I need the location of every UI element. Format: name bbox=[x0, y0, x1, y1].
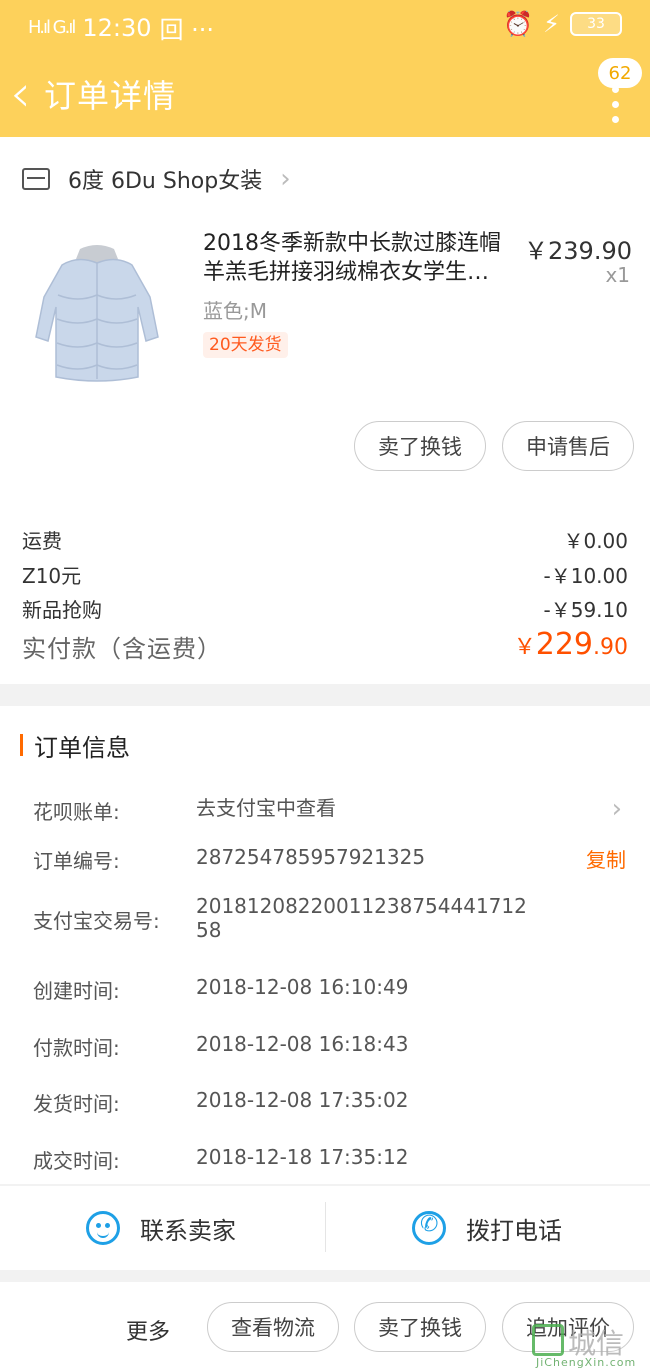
fee-value: -￥59.10 bbox=[543, 598, 628, 622]
call-label: 拨打电话 bbox=[466, 1216, 562, 1245]
section-title: 订单信息 bbox=[34, 734, 130, 762]
shop-row[interactable]: 6度 6Du Shop女装 › bbox=[22, 159, 291, 199]
sell-for-cash-button[interactable]: 卖了换钱 bbox=[354, 1302, 486, 1352]
contact-bar: 联系卖家 拨打电话 bbox=[0, 1186, 650, 1270]
order-info-card: 订单信息 花呗账单: 去支付宝中查看 › 订单编号: 2872547859579… bbox=[0, 706, 650, 1184]
after-sale-button[interactable]: 申请售后 bbox=[502, 421, 634, 471]
product-price: ￥239.90 bbox=[524, 237, 632, 265]
fee-label: 新品抢购 bbox=[22, 598, 102, 622]
phone-icon bbox=[412, 1211, 446, 1245]
fee-label: 运费 bbox=[22, 529, 62, 553]
battery-level: 33 bbox=[587, 16, 605, 32]
paid-label: 实付款（含运费） bbox=[22, 635, 222, 663]
huabei-value[interactable]: 去支付宝中查看 bbox=[196, 796, 536, 820]
contact-seller-label: 联系卖家 bbox=[140, 1216, 236, 1245]
more-menu-icon[interactable] bbox=[612, 86, 620, 132]
header: H.ıl G.ıl 12:30 回 ··· ⏰ ⚡ 33 ‹ 订单详情 62 bbox=[0, 0, 650, 137]
deal-time-value: 2018-12-18 17:35:12 bbox=[196, 1145, 409, 1169]
pay-time-label: 付款时间: bbox=[33, 1036, 120, 1060]
divider bbox=[325, 1202, 326, 1252]
paid-decimal: .90 bbox=[593, 635, 628, 660]
copy-button[interactable]: 复制 bbox=[586, 844, 626, 873]
back-icon[interactable]: ‹ bbox=[10, 64, 31, 124]
paid-amount: ￥229.90 bbox=[514, 627, 628, 662]
order-number-label: 订单编号: bbox=[33, 849, 120, 873]
product-image[interactable] bbox=[22, 237, 172, 387]
nav-bar: ‹ 订单详情 bbox=[0, 60, 650, 132]
site-watermark: 城信 JiChengXin.com bbox=[532, 1322, 642, 1369]
chat-icon bbox=[86, 1211, 120, 1245]
pay-time-value: 2018-12-08 16:18:43 bbox=[196, 1032, 409, 1056]
order-number-value: 287254785957921325 bbox=[196, 845, 426, 869]
page-title: 订单详情 bbox=[44, 77, 177, 115]
chevron-right-icon: › bbox=[280, 164, 291, 194]
view-logistics-button[interactable]: 查看物流 bbox=[207, 1302, 339, 1352]
chevron-right-icon[interactable]: › bbox=[612, 794, 622, 824]
contact-seller-button[interactable]: 联系卖家 bbox=[86, 1206, 236, 1250]
charging-icon: ⚡ bbox=[543, 10, 560, 38]
deal-time-label: 成交时间: bbox=[33, 1149, 120, 1173]
ship-time-label: 发货时间: bbox=[33, 1092, 120, 1116]
shop-icon bbox=[22, 168, 50, 190]
watermark-logo-icon bbox=[532, 1324, 564, 1356]
sell-for-cash-button[interactable]: 卖了换钱 bbox=[354, 421, 486, 471]
alipay-trade-label: 支付宝交易号: bbox=[33, 909, 160, 933]
create-time-label: 创建时间: bbox=[33, 979, 120, 1003]
status-time: 12:30 bbox=[82, 13, 152, 42]
status-bar: H.ıl G.ıl 12:30 回 ··· ⏰ ⚡ 33 bbox=[0, 0, 650, 52]
fee-value: -￥10.00 bbox=[543, 564, 628, 588]
status-right: ⏰ ⚡ 33 bbox=[503, 10, 622, 38]
create-time-value: 2018-12-08 16:10:49 bbox=[196, 975, 409, 999]
alarm-icon: ⏰ bbox=[503, 10, 534, 38]
fee-label: Z10元 bbox=[22, 564, 82, 588]
signal-icon: H.ıl G.ıl bbox=[28, 17, 76, 38]
call-button[interactable]: 拨打电话 bbox=[412, 1206, 562, 1250]
product-quantity: x1 bbox=[605, 263, 630, 287]
watermark-sub: JiChengXin.com bbox=[536, 1356, 637, 1369]
status-left: H.ıl G.ıl 12:30 回 ··· bbox=[28, 10, 214, 45]
fee-value: ￥0.00 bbox=[563, 529, 628, 553]
alipay-trade-value: 2018120822001123875444171258 bbox=[196, 894, 527, 942]
battery-icon: 33 bbox=[570, 12, 622, 36]
status-extra: 回 ··· bbox=[159, 16, 215, 44]
order-item-card: 6度 6Du Shop女装 › 2018冬季新款中长款过膝连帽羊羔毛拼接羽绒棉衣… bbox=[0, 137, 650, 684]
more-button[interactable]: 更多 bbox=[126, 1314, 170, 1346]
product-title[interactable]: 2018冬季新款中长款过膝连帽羊羔毛拼接羽绒棉衣女学生… bbox=[203, 229, 521, 287]
shop-name: 6度 6Du Shop女装 bbox=[68, 169, 263, 194]
paid-currency: ￥ bbox=[513, 635, 536, 660]
product-spec: 蓝色;M bbox=[203, 299, 267, 323]
paid-integer: 229 bbox=[535, 627, 593, 662]
shipping-tag: 20天发货 bbox=[203, 332, 288, 358]
bottom-action-bar: 更多 查看物流 卖了换钱 追加评价 城信 JiChengXin.com bbox=[0, 1282, 650, 1372]
ship-time-value: 2018-12-08 17:35:02 bbox=[196, 1088, 409, 1112]
message-count-badge[interactable]: 62 bbox=[598, 58, 642, 88]
huabei-label: 花呗账单: bbox=[33, 800, 120, 824]
section-accent-bar bbox=[20, 734, 23, 756]
